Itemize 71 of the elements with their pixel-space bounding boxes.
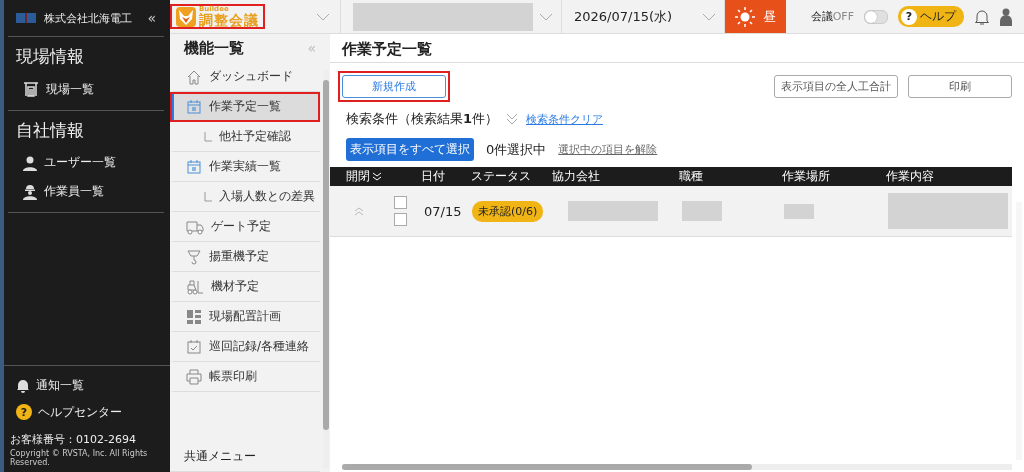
dropdown-icon[interactable] <box>539 12 553 21</box>
layout-icon <box>186 308 202 325</box>
home-icon <box>186 68 202 85</box>
building-icon <box>22 80 40 98</box>
table-header: 開閉 日付 ステータス 協力会社 職種 作業場所 作業内容 <box>330 167 1012 186</box>
status-badge: 未承認(0/6) <box>472 200 544 222</box>
page-title: 作業予定一覧 <box>330 34 1024 63</box>
section-title: 自社情報 <box>15 119 85 142</box>
menu-title: 機能一覧 <box>184 38 244 58</box>
hook-icon <box>186 248 202 265</box>
checkbox[interactable] <box>394 196 407 209</box>
redacted-block <box>682 201 722 221</box>
meeting-toggle[interactable] <box>864 9 888 24</box>
menu-item[interactable]: 作業実績一覧 <box>170 152 320 182</box>
calendar-icon <box>186 158 202 175</box>
printer-icon <box>186 368 202 385</box>
forklift-icon <box>186 278 204 295</box>
scrollbar-thumb[interactable] <box>323 80 329 430</box>
sidebar-item[interactable]: 作業員一覧 <box>8 177 164 206</box>
collapse-button[interactable]: « <box>147 10 156 26</box>
calendar-icon <box>186 98 202 115</box>
notification-link[interactable]: 通知一覧 <box>10 371 164 399</box>
menu-item[interactable]: 作業予定一覧 <box>170 92 320 122</box>
redacted-block <box>784 203 814 219</box>
section-title: 現場情報 <box>15 45 85 68</box>
copyright: Copyright © RVSTA, Inc. All Rights Reserved. <box>10 448 149 468</box>
help-button[interactable]: ? ヘルプ <box>898 6 964 27</box>
checkbox[interactable] <box>394 213 407 226</box>
customer-number: お客様番号：0102-2694 <box>10 431 137 447</box>
menu-item[interactable]: 帳票印刷 <box>170 362 320 392</box>
calendar-check-icon <box>186 338 202 355</box>
menu-item[interactable]: 巡回記録/各種連絡 <box>170 332 320 362</box>
clear-link[interactable]: 検索条件クリア <box>526 111 604 127</box>
bell-icon[interactable] <box>974 7 990 26</box>
branch-icon <box>204 131 212 142</box>
bell-icon <box>16 377 30 393</box>
sun-icon <box>735 6 756 27</box>
dropdown-icon[interactable] <box>316 12 330 21</box>
logo-icon <box>16 13 36 23</box>
menu-item[interactable]: 他社予定確認 <box>170 122 320 152</box>
worker-icon <box>22 183 38 200</box>
deselect-link[interactable]: 選択中の項目を解除 <box>558 142 658 157</box>
menu-item[interactable]: ゲート予定 <box>170 212 320 242</box>
menu-item[interactable]: 揚重機予定 <box>170 242 320 272</box>
selected-count: 0件選択中 <box>486 140 547 159</box>
date-selector[interactable]: 2026/07/15(水) <box>570 7 697 26</box>
sidebar-item[interactable]: 現場一覧 <box>8 74 164 104</box>
sidebar-item[interactable]: ユーザー一覧 <box>8 148 164 177</box>
meeting-label: 会議OFF <box>810 9 854 24</box>
print-button[interactable]: 印刷 <box>908 75 1012 98</box>
dropdown-icon[interactable] <box>702 12 717 21</box>
menu-item[interactable]: 入場人数との差異 <box>170 182 320 212</box>
branch-icon <box>204 191 212 202</box>
menu-item[interactable]: 機材予定 <box>170 272 320 302</box>
search-conditions-label: 検索条件（検索結果1件） <box>346 110 499 128</box>
fox-icon <box>176 6 196 27</box>
total-button[interactable]: 表示項目の全人工合計 <box>774 75 898 98</box>
redacted-field[interactable] <box>353 2 533 31</box>
menu-item[interactable]: 現場配置計画 <box>170 302 320 332</box>
table-cell-text: 07/15 <box>424 203 463 219</box>
truck-icon <box>186 218 204 235</box>
company-name: 株式会社北海電工 <box>44 10 133 26</box>
new-button[interactable]: 新規作成 <box>342 75 446 98</box>
daytime-badge[interactable]: 昼 <box>725 0 787 33</box>
scrollbar-thumb[interactable] <box>342 464 752 470</box>
person-icon <box>22 154 38 171</box>
select-all-button[interactable]: 表示項目をすべて選択 <box>346 138 474 161</box>
common-menu-heading: 共通メニュー <box>170 440 320 472</box>
help-center-link[interactable]: ? ヘルプセンター <box>10 398 164 426</box>
user-icon[interactable] <box>1000 7 1012 26</box>
collapse-icon[interactable] <box>354 206 364 216</box>
